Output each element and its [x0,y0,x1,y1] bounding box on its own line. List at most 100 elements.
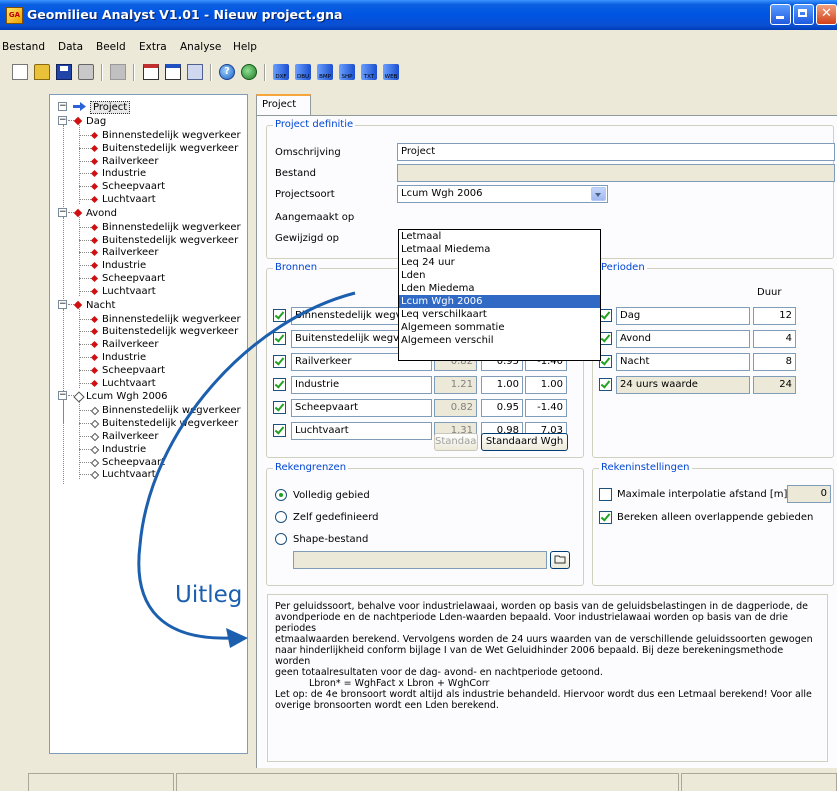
minimize-button[interactable] [770,4,791,25]
tree-item[interactable]: Binnenstedelijk wegverkeer [102,130,241,141]
max-interp-input[interactable]: 0 [787,485,831,503]
source-checkbox[interactable] [273,401,286,414]
globe-icon[interactable] [241,64,257,80]
collapse-icon[interactable]: − [58,391,67,401]
boundary-radio[interactable] [275,533,287,545]
tree-item[interactable]: Industrie [102,352,146,363]
tree-item[interactable]: Luchtvaart [102,286,156,297]
source-name-field[interactable]: Scheepvaart [291,399,432,417]
dropdown-option[interactable]: Algemeen verschil [399,334,600,347]
browse-button[interactable] [550,551,570,569]
source-checkbox[interactable] [273,378,286,391]
close-window-icon[interactable] [165,64,181,80]
chevron-down-icon[interactable] [591,187,606,201]
shape-file-input[interactable] [293,551,547,569]
export-dbu-icon[interactable]: DBU [295,64,311,80]
bestand-input[interactable] [397,164,835,182]
dropdown-option[interactable]: Lden Miedema [399,282,600,295]
dropdown-option[interactable]: Lden [399,269,600,282]
tree-item[interactable]: Luchtvaart [102,194,156,205]
tree-group-label[interactable]: Lcum Wgh 2006 [86,391,168,402]
menu-beeld[interactable]: Beeld [96,41,126,53]
open-folder-icon[interactable] [34,64,50,80]
tree-item[interactable]: Binnenstedelijk wegverkeer [102,405,241,416]
print-icon[interactable] [78,64,94,80]
period-checkbox[interactable] [599,378,612,391]
menu-bestand[interactable]: Bestand [2,41,45,53]
export-txt-icon[interactable]: TXT [361,64,377,80]
period-name-field[interactable]: Nacht [616,353,750,371]
tree-item[interactable]: Scheepvaart [102,457,165,468]
period-duration-field[interactable]: 12 [753,307,796,325]
tree-group-label[interactable]: Dag [86,116,106,127]
collapse-icon[interactable]: − [58,116,67,125]
correction-field[interactable]: 1.00 [525,376,567,394]
tree-item[interactable]: Railverkeer [102,339,158,350]
maximize-button[interactable] [793,4,814,25]
dropdown-option[interactable]: Algemeen sommatie [399,321,600,334]
export-shp-icon[interactable]: SHP [339,64,355,80]
tree-item[interactable]: Binnenstedelijk wegverkeer [102,314,241,325]
source-checkbox[interactable] [273,355,286,368]
menu-data[interactable]: Data [58,41,83,53]
dropdown-option[interactable]: Lcum Wgh 2006 [399,295,600,308]
factor-field[interactable]: 1.00 [481,376,523,394]
tree-root-project[interactable]: Project [90,101,131,114]
period-name-field[interactable]: Avond [616,330,750,348]
projectsoort-dropdown-list[interactable]: Letmaal Letmaal Miedema Leq 24 uur Lden Lden… [398,229,601,361]
tree-item[interactable]: Railverkeer [102,431,158,442]
export-web-icon[interactable]: WEB [383,64,399,80]
collapse-icon[interactable]: − [58,207,67,217]
menu-extra[interactable]: Extra [139,41,167,53]
tree-item[interactable]: Scheepvaart [102,365,165,376]
source-name-field[interactable]: Industrie [291,376,432,394]
tree-item[interactable]: Buitenstedelijk wegverkeer [102,143,238,154]
standaard-button[interactable]: Standaard [434,433,478,451]
tree-item[interactable]: Buitenstedelijk wegverkeer [102,326,238,337]
period-duration-field[interactable]: 4 [753,330,796,348]
new-window-icon[interactable] [143,64,159,80]
tab-project[interactable]: Project [256,94,311,116]
max-interp-checkbox[interactable] [599,488,612,501]
source-name-field[interactable]: Luchtvaart [291,422,432,440]
menu-help[interactable]: Help [233,41,257,53]
period-duration-field[interactable]: 24 [753,376,796,394]
tree-item[interactable]: Industrie [102,260,146,271]
dropdown-option[interactable]: Letmaal Miedema [399,243,600,256]
export-bmp-icon[interactable]: BMP [317,64,333,80]
weight-field[interactable]: 1.21 [434,376,477,394]
tree-item[interactable]: Scheepvaart [102,273,165,284]
menu-analyse[interactable]: Analyse [180,41,221,53]
boundary-radio[interactable] [275,511,287,523]
tree-item[interactable]: Industrie [102,444,146,455]
collapse-icon[interactable]: − [58,102,67,111]
tree-item[interactable]: Railverkeer [102,156,158,167]
source-checkbox[interactable] [273,309,286,322]
new-file-icon[interactable] [12,64,28,80]
correction-field[interactable]: -1.40 [525,399,567,417]
omschrijving-input[interactable]: Project [397,143,835,161]
tree-item[interactable]: Luchtvaart [102,469,156,480]
period-duration-field[interactable]: 8 [753,353,796,371]
period-name-field[interactable]: 24 uurs waarde [616,376,750,394]
source-checkbox[interactable] [273,424,286,437]
standaard-wgh-button[interactable]: Standaard Wgh [481,433,568,451]
tree-item[interactable]: Buitenstedelijk wegverkeer [102,418,238,429]
boundary-radio[interactable] [275,489,287,501]
tree-item[interactable]: Railverkeer [102,247,158,258]
overlap-checkbox[interactable] [599,511,612,524]
projectsoort-select[interactable]: Lcum Wgh 2006 [397,185,608,203]
dropdown-option[interactable]: Leq 24 uur [399,256,600,269]
tree-group-label[interactable]: Nacht [86,300,115,311]
dropdown-option[interactable]: Leq verschilkaart [399,308,600,321]
source-checkbox[interactable] [273,332,286,345]
save-icon[interactable] [56,64,72,80]
project-tree[interactable]: − Project − Dag Binnenstedelijk wegverkeer… [49,94,248,754]
dropdown-option[interactable]: Letmaal [399,230,600,243]
export-dxf-icon[interactable]: DXF [273,64,289,80]
tree-item[interactable]: Industrie [102,168,146,179]
properties-icon[interactable] [110,64,126,80]
collapse-icon[interactable]: − [58,299,67,309]
tree-item[interactable]: Scheepvaart [102,181,165,192]
period-name-field[interactable]: Dag [616,307,750,325]
